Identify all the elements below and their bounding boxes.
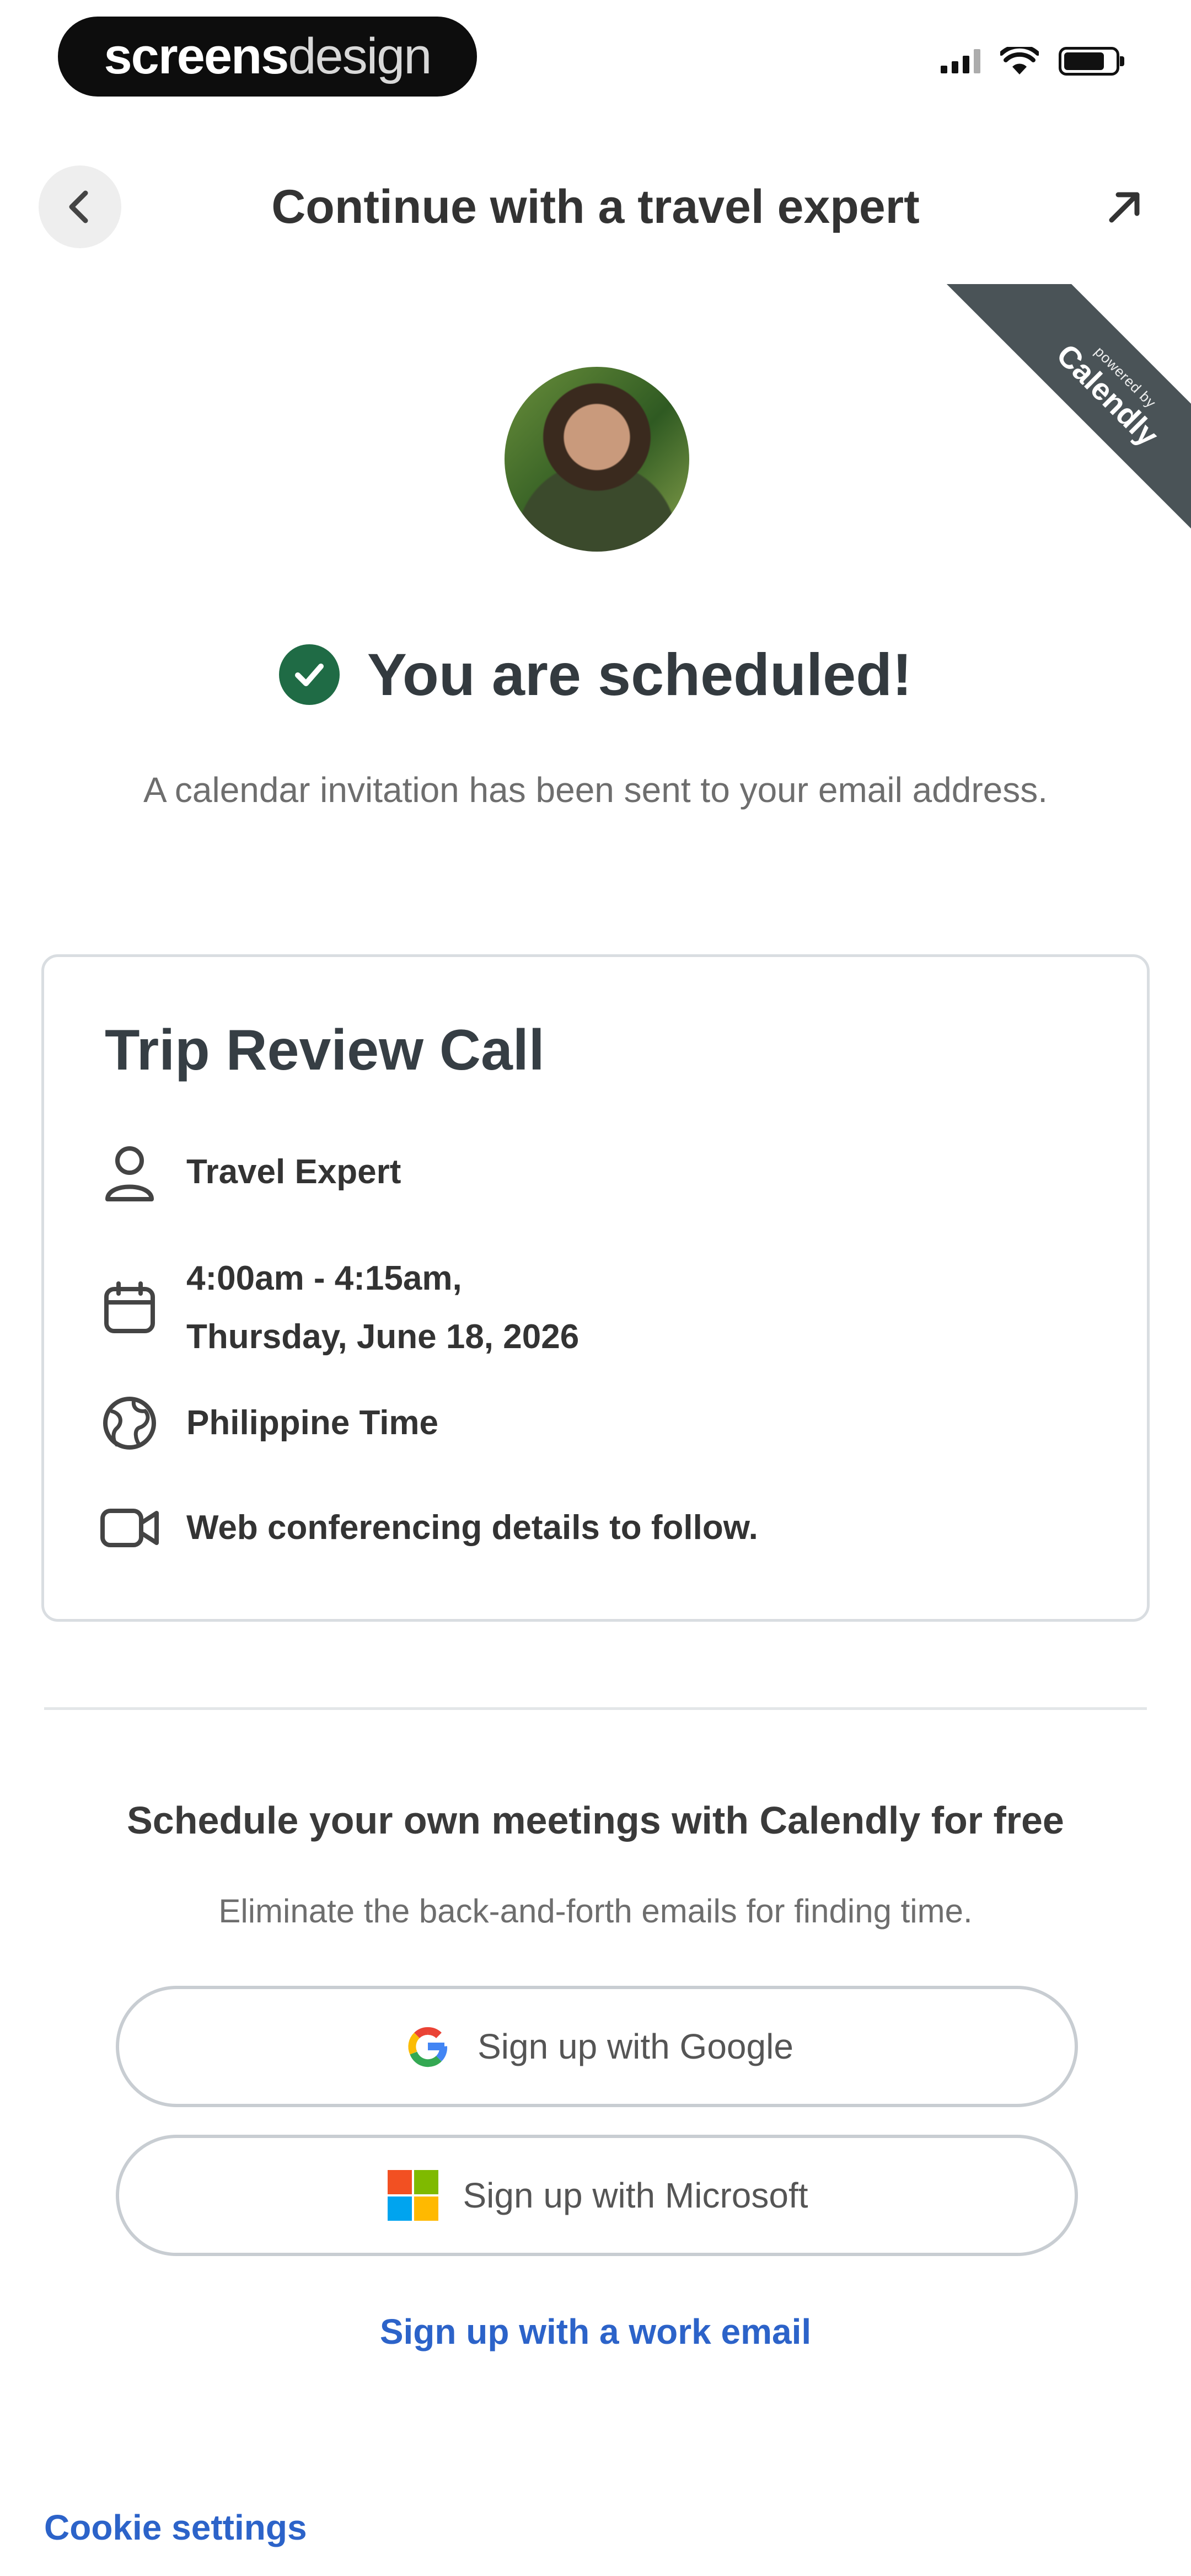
location-row: Web conferencing details to follow. bbox=[99, 1498, 758, 1558]
confirmation-heading: You are scheduled! bbox=[0, 640, 1191, 709]
section-divider bbox=[44, 1707, 1147, 1710]
location-label: Web conferencing details to follow. bbox=[186, 1509, 758, 1547]
check-circle-icon bbox=[278, 644, 340, 705]
back-button[interactable] bbox=[39, 165, 121, 248]
chevron-left-icon bbox=[69, 190, 88, 223]
event-title: Trip Review Call bbox=[105, 1018, 545, 1082]
microsoft-logo-icon bbox=[388, 2170, 439, 2221]
google-logo-icon bbox=[408, 2027, 448, 2067]
microsoft-signup-button[interactable]: Sign up with Microsoft bbox=[116, 2135, 1078, 2256]
page-title: Continue with a travel expert bbox=[271, 180, 920, 233]
powered-by-calendly-ribbon[interactable]: powered by Calendly bbox=[937, 284, 1191, 538]
google-signup-label: Sign up with Google bbox=[478, 2027, 793, 2066]
host-name: Travel Expert bbox=[186, 1153, 401, 1191]
datetime-row: 4:00am - 4:15am, Thursday, June 18, 2026 bbox=[99, 1249, 579, 1366]
host-avatar bbox=[505, 367, 689, 552]
microsoft-signup-label: Sign up with Microsoft bbox=[463, 2176, 808, 2215]
wifi-icon bbox=[1000, 47, 1039, 74]
globe-icon bbox=[99, 1393, 160, 1453]
status-icons bbox=[941, 47, 1124, 76]
brand-light: design bbox=[288, 28, 432, 84]
person-icon bbox=[99, 1142, 160, 1203]
battery-icon bbox=[1059, 47, 1124, 76]
timezone-label: Philippine Time bbox=[186, 1404, 439, 1442]
event-details-card: Trip Review Call Travel Expert 4:00am - … bbox=[41, 954, 1150, 1622]
event-time: 4:00am - 4:15am, bbox=[186, 1259, 462, 1297]
work-email-signup-link[interactable]: Sign up with a work email bbox=[0, 2311, 1191, 2352]
promo-subtitle: Eliminate the back-and-forth emails for … bbox=[218, 1893, 973, 1930]
brand-bold: screens bbox=[104, 28, 289, 84]
confirmation-subtitle: A calendar invitation has been sent to y… bbox=[143, 770, 1048, 810]
external-link-icon[interactable] bbox=[1103, 185, 1147, 229]
host-row: Travel Expert bbox=[99, 1142, 401, 1203]
confirmation-title: You are scheduled! bbox=[367, 641, 913, 708]
screensdesign-badge: screens design bbox=[58, 17, 477, 97]
event-date: Thursday, June 18, 2026 bbox=[186, 1318, 580, 1356]
timezone-row: Philippine Time bbox=[99, 1393, 438, 1453]
google-signup-button[interactable]: Sign up with Google bbox=[116, 1986, 1078, 2107]
cellular-signal-icon bbox=[941, 49, 980, 73]
calendar-icon bbox=[99, 1278, 160, 1338]
promo-title: Schedule your own meetings with Calendly… bbox=[127, 1799, 1064, 1842]
cookie-settings-link[interactable]: Cookie settings bbox=[44, 2507, 307, 2548]
video-camera-icon bbox=[99, 1498, 160, 1558]
